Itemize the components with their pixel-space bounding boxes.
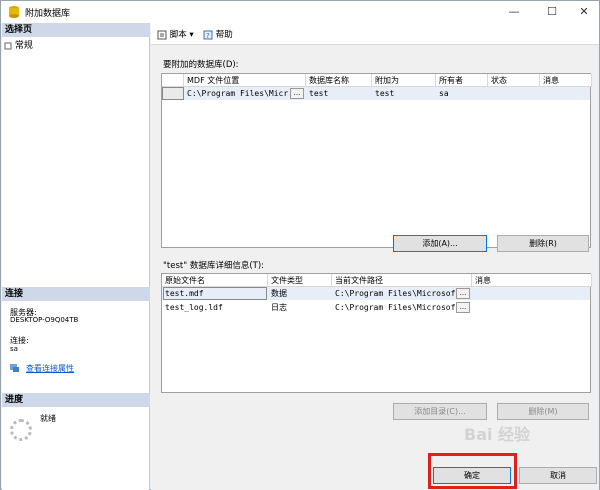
attach-databases-grid[interactable]: MDF 文件位置 数据库名称 附加为 所有者 状态 消息 C:\Program … [161, 73, 592, 248]
svg-text:?: ? [206, 32, 210, 40]
script-button[interactable]: 脚本 ▾ [157, 28, 194, 40]
connection-header: 连接 [2, 287, 150, 301]
database-icon [9, 6, 19, 18]
column-header-message: 消息 [540, 74, 592, 87]
column-header-status: 状态 [488, 74, 540, 87]
server-value: DESKTOP-O9Q04TB [10, 316, 79, 324]
window-title: 附加数据库 [25, 9, 71, 19]
row-header-cell [162, 74, 184, 87]
cell-file-type: 数据 [271, 289, 287, 298]
cell-message [472, 301, 592, 314]
add-button[interactable]: 添加(A)... [393, 235, 487, 252]
column-header-dbname: 数据库名称 [306, 74, 372, 87]
cell-path: C:\Program Files\Microsof... [335, 289, 456, 298]
page-item-general[interactable]: 常规 [4, 38, 33, 51]
cell-attach-as: test [375, 89, 395, 98]
connection-properties-icon [10, 364, 19, 372]
help-button[interactable]: ? 帮助 [203, 28, 233, 40]
column-header-file-type: 文件类型 [268, 274, 332, 287]
minimize-button[interactable]: — [497, 1, 531, 23]
progress-status: 就绪 [40, 414, 56, 423]
page-item-label: 常规 [14, 41, 33, 51]
remove-detail-button[interactable]: 删除(M) [497, 403, 589, 420]
page-icon [4, 42, 12, 49]
main-panel: 脚本 ▾ ? 帮助 要附加的数据库(D): MDF 文件位置 数据库名称 附加为… [151, 23, 599, 463]
cell-file-type: 日志 [271, 303, 287, 312]
database-details-label: "test" 数据库详细信息(T): [163, 261, 265, 271]
progress-header: 进度 [2, 393, 150, 407]
row-selector[interactable] [162, 87, 184, 100]
add-catalog-button[interactable]: 添加目录(C)... [393, 403, 487, 420]
cell-message [472, 287, 592, 300]
toolbar: 脚本 ▾ ? 帮助 [151, 23, 599, 45]
chevron-down-icon: ▾ [189, 30, 194, 40]
title-bar: 附加数据库 — ☐ ✕ [1, 1, 599, 23]
cell-mdf: C:\Program Files\Micr... [187, 89, 292, 98]
remove-attach-button[interactable]: 删除(R) [497, 235, 589, 252]
cell-path: C:\Program Files\Microsof... [335, 303, 456, 312]
maximize-button[interactable]: ☐ [535, 1, 569, 23]
cell-filename: test_log.ldf [165, 303, 223, 312]
column-header-owner: 所有者 [436, 74, 488, 87]
cell-status [488, 87, 540, 100]
attach-databases-label: 要附加的数据库(D): [163, 60, 239, 70]
cell-message [540, 87, 592, 100]
progress-spinner-icon [10, 419, 32, 441]
column-header-message: 消息 [472, 274, 592, 287]
select-page-header: 选择页 [2, 23, 150, 37]
close-button[interactable]: ✕ [567, 1, 600, 23]
browse-path-button[interactable]: ... [456, 288, 470, 299]
browse-path-button[interactable]: ... [456, 302, 470, 313]
connect-value: sa [10, 345, 18, 353]
attach-database-window: 附加数据库 — ☐ ✕ 选择页 常规 连接 服务器: DESKTOP-O9Q04… [0, 0, 600, 490]
left-panel: 选择页 常规 连接 服务器: DESKTOP-O9Q04TB 连接: sa 查看… [2, 23, 150, 490]
cell-filename: test.mdf [165, 289, 204, 298]
cell-owner: sa [439, 89, 449, 98]
database-details-grid[interactable]: 原始文件名 文件类型 当前文件路径 消息 test.mdf 数据 C:\Prog… [161, 273, 592, 393]
browse-mdf-button[interactable]: ... [290, 88, 304, 99]
view-connection-properties-link[interactable]: 查看连接属性 [26, 363, 74, 374]
column-header-current-path: 当前文件路径 [332, 274, 472, 287]
script-label: 脚本 [169, 30, 187, 40]
cell-dbname: test [309, 89, 329, 98]
watermark: Bai 经验 [464, 425, 531, 444]
script-icon [157, 30, 167, 39]
help-label: 帮助 [215, 30, 233, 40]
column-header-attach-as: 附加为 [372, 74, 436, 87]
column-header-original-filename: 原始文件名 [162, 274, 268, 287]
column-header-mdf: MDF 文件位置 [184, 74, 306, 87]
help-icon: ? [203, 30, 213, 40]
